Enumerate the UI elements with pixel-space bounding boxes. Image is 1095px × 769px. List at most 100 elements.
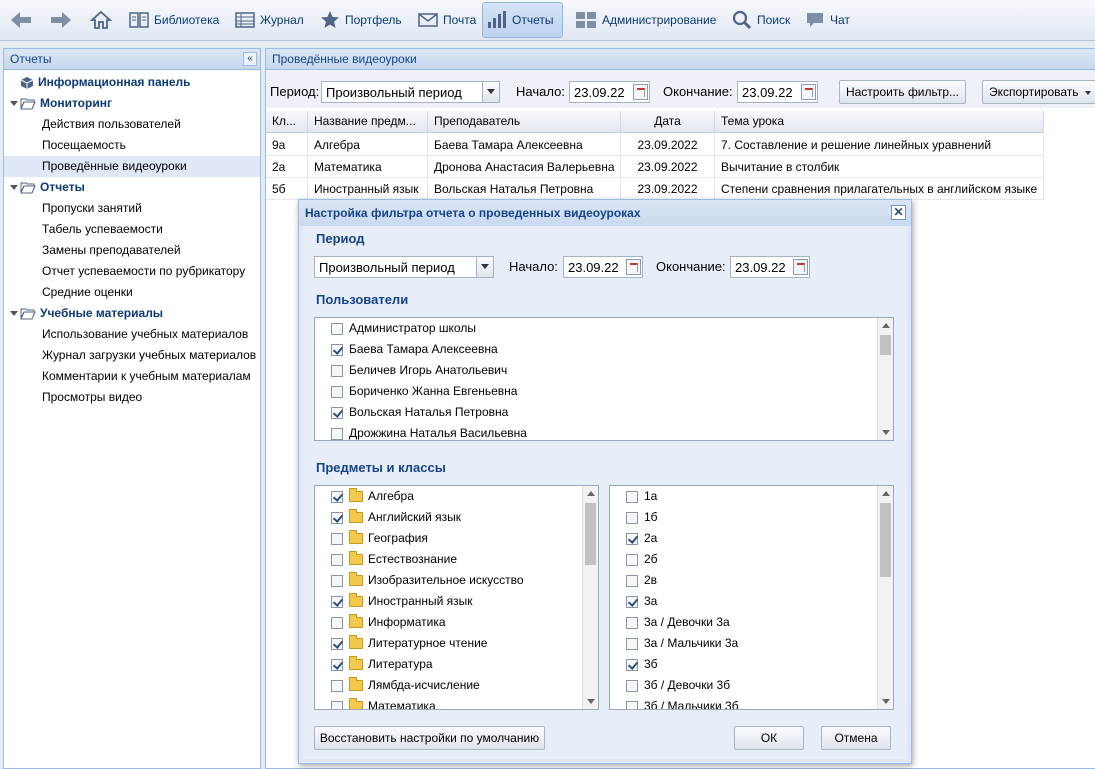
list-item[interactable]: 3а / Мальчики 3а (626, 633, 738, 654)
users-scrollbar[interactable] (877, 318, 893, 440)
dialog-end-date-field[interactable]: 23.09.22 (730, 256, 810, 278)
checkbox[interactable] (626, 637, 638, 650)
scroll-up-icon[interactable] (882, 323, 890, 328)
checkbox[interactable] (331, 679, 343, 692)
checkbox[interactable] (626, 490, 638, 503)
tree-item-monitoring[interactable]: Мониторинг (4, 93, 260, 114)
list-item[interactable]: Лямбда-исчисление (331, 675, 480, 696)
checkbox[interactable] (331, 658, 343, 671)
subjects-scrollbar[interactable] (582, 486, 598, 709)
scroll-down-icon[interactable] (587, 699, 595, 704)
library-button[interactable]: Библиотека (124, 2, 224, 38)
list-item[interactable]: Бориченко Жанна Евгеньевна (331, 381, 517, 402)
checkbox[interactable] (331, 322, 343, 335)
journal-button[interactable]: Журнал (230, 2, 309, 38)
calendar-icon[interactable] (793, 259, 808, 275)
chevron-down-icon[interactable] (476, 257, 493, 277)
checkbox[interactable] (626, 574, 638, 587)
list-item[interactable]: Литература (331, 654, 433, 675)
list-item[interactable]: Изобразительное искусство (331, 570, 524, 591)
scroll-up-icon[interactable] (882, 491, 890, 496)
list-item[interactable]: География (331, 528, 428, 549)
list-item[interactable]: Литературное чтение (331, 633, 487, 654)
administration-button[interactable]: Администрирование (570, 2, 721, 38)
list-item[interactable]: 1а (626, 486, 657, 507)
list-item[interactable]: Баева Тамара Алексеевна (331, 339, 498, 360)
list-item[interactable]: 2б (626, 549, 658, 570)
checkbox[interactable] (331, 616, 343, 629)
checkbox[interactable] (331, 406, 343, 419)
list-item[interactable]: Беличев Игорь Анатольевич (331, 360, 507, 381)
checkbox[interactable] (331, 511, 343, 524)
checkbox[interactable] (331, 553, 343, 566)
checkbox[interactable] (626, 616, 638, 629)
checkbox[interactable] (331, 700, 343, 709)
checkbox[interactable] (331, 385, 343, 398)
scroll-thumb[interactable] (880, 335, 891, 355)
checkbox[interactable] (626, 553, 638, 566)
mail-button[interactable]: Почта (413, 2, 481, 38)
column-header-class[interactable]: Кл... (266, 111, 308, 133)
list-item[interactable]: Вольская Наталья Петровна (331, 402, 508, 423)
list-item[interactable]: Естествознание (331, 549, 457, 570)
checkbox[interactable] (626, 679, 638, 692)
scroll-up-icon[interactable] (587, 491, 595, 496)
tree-item-teacher-substitutions[interactable]: Замены преподавателей (4, 240, 260, 261)
tree-item-materials-comments[interactable]: Комментарии к учебным материалам (4, 366, 260, 387)
expander-icon[interactable] (10, 185, 18, 191)
list-item[interactable]: Иностранный язык (331, 591, 473, 612)
list-item[interactable]: 1б (626, 507, 658, 528)
scroll-down-icon[interactable] (882, 430, 890, 435)
collapse-sidebar-button[interactable]: « (243, 52, 257, 66)
scroll-down-icon[interactable] (882, 699, 890, 704)
home-button[interactable] (85, 2, 117, 38)
calendar-icon[interactable] (626, 259, 641, 275)
checkbox[interactable] (331, 595, 343, 608)
start-date-field[interactable]: 23.09.22 (569, 81, 650, 103)
tree-item-absences[interactable]: Пропуски занятий (4, 198, 260, 219)
list-item[interactable]: Алгебра (331, 486, 414, 507)
list-item[interactable]: 3б / Девочки 3б (626, 675, 730, 696)
ok-button[interactable]: ОК (734, 726, 804, 750)
table-row[interactable]: 5б Иностранный язык Вольская Наталья Пет… (266, 178, 1044, 200)
classes-list[interactable]: 1а 1б 2а 2б 2в 3а 3а / Девочки 3а 3а / М… (609, 485, 894, 710)
table-row[interactable]: 2а Математика Дронова Анастасия Валерьев… (266, 156, 1044, 178)
chevron-down-icon[interactable] (482, 82, 499, 102)
list-item[interactable]: 2в (626, 570, 657, 591)
list-item[interactable]: 3а (626, 591, 657, 612)
checkbox[interactable] (331, 364, 343, 377)
checkbox[interactable] (626, 595, 638, 608)
list-item[interactable]: 3а / Девочки 3а (626, 612, 730, 633)
scroll-thumb[interactable] (880, 503, 891, 577)
dialog-start-date-field[interactable]: 23.09.22 (563, 256, 643, 278)
export-button[interactable]: Экспортировать (982, 80, 1095, 104)
close-icon[interactable]: ✕ (891, 205, 906, 220)
list-item[interactable]: Английский язык (331, 507, 461, 528)
subjects-list[interactable]: Алгебра Английский язык География Естест… (314, 485, 599, 710)
list-item[interactable]: Дрожжина Наталья Васильевна (331, 423, 527, 440)
forward-button[interactable] (44, 2, 78, 38)
tree-item-attendance[interactable]: Посещаемость (4, 135, 260, 156)
expander-icon[interactable] (10, 101, 18, 107)
checkbox[interactable] (331, 574, 343, 587)
list-item[interactable]: Администратор школы (331, 318, 476, 339)
end-date-field[interactable]: 23.09.22 (737, 81, 818, 103)
chat-button[interactable]: Чат (800, 2, 855, 38)
expander-icon[interactable] (10, 311, 18, 317)
checkbox[interactable] (331, 637, 343, 650)
list-item[interactable]: 3б (626, 654, 658, 675)
list-item[interactable]: Информатика (331, 612, 446, 633)
reports-button[interactable]: Отчеты (482, 2, 563, 38)
checkbox[interactable] (626, 532, 638, 545)
configure-filter-button[interactable]: Настроить фильтр... (839, 80, 966, 104)
users-list[interactable]: Администратор школы Баева Тамара Алексее… (314, 317, 894, 441)
checkbox[interactable] (626, 511, 638, 524)
tree-item-video-lessons[interactable]: Проведённые видеоуроки (4, 156, 260, 177)
tree-item-reports[interactable]: Отчеты (4, 177, 260, 198)
checkbox[interactable] (331, 343, 343, 356)
cancel-button[interactable]: Отмена (821, 726, 891, 750)
list-item[interactable]: Математика (331, 696, 436, 709)
scroll-thumb[interactable] (585, 503, 596, 565)
tree-item-user-actions[interactable]: Действия пользователей (4, 114, 260, 135)
column-header-subject[interactable]: Название предм... (308, 111, 428, 133)
